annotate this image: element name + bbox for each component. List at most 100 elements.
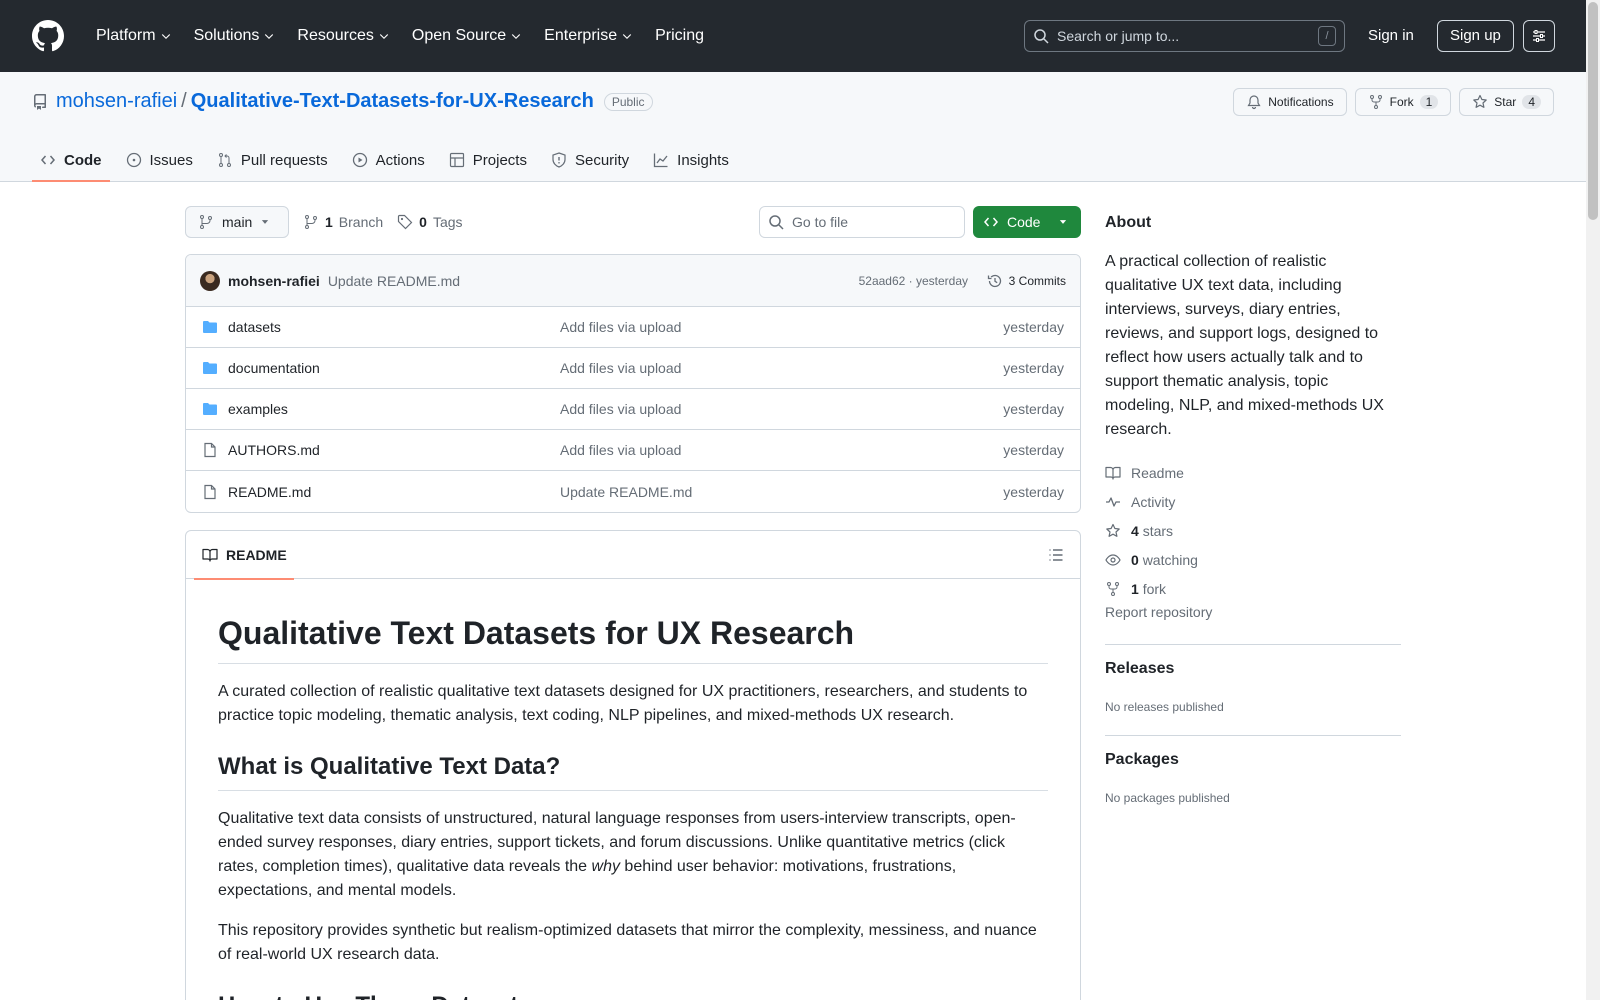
- nav-pricing[interactable]: Pricing: [647, 20, 712, 52]
- nav-open-source[interactable]: Open Source: [404, 20, 530, 52]
- page-scrollbar[interactable]: [1586, 0, 1600, 1000]
- commit-hash-time[interactable]: 52aad62 · yesterday: [859, 274, 968, 288]
- readme-panel: README Qualitative Text Datasets for UX …: [185, 530, 1081, 1000]
- shield-icon: [552, 152, 566, 168]
- file-name-link[interactable]: README.md: [228, 484, 311, 500]
- tab-actions[interactable]: Actions: [344, 138, 433, 182]
- nav-resources[interactable]: Resources: [289, 20, 397, 52]
- fork-icon: [1369, 95, 1382, 109]
- nav-solutions[interactable]: Solutions: [186, 20, 284, 52]
- tab-issues[interactable]: Issues: [118, 138, 201, 182]
- nav-enterprise[interactable]: Enterprise: [536, 20, 641, 52]
- file-commit-date: yesterday: [1003, 401, 1064, 417]
- tab-security[interactable]: Security: [543, 138, 637, 182]
- file-commit-message[interactable]: Add files via upload: [560, 442, 681, 458]
- about-heading: About: [1105, 214, 1152, 231]
- commit-author-link[interactable]: mohsen-rafiei: [228, 273, 320, 289]
- file-name-link[interactable]: AUTHORS.md: [228, 442, 320, 458]
- packages-empty-text: No packages published: [1105, 791, 1230, 805]
- table-row[interactable]: examples Add files via upload yesterday: [186, 389, 1080, 430]
- tab-projects[interactable]: Projects: [441, 138, 535, 182]
- branch-selector[interactable]: main: [185, 206, 289, 238]
- branch-count: 1: [325, 214, 333, 230]
- repo-actions: Notifications Fork 1 Star 4: [1233, 88, 1554, 116]
- tab-code[interactable]: Code: [32, 138, 110, 182]
- fork-label: Fork: [1389, 95, 1414, 109]
- file-navigation: main 1 Branch 0 Tags Go to file Code: [185, 206, 1081, 240]
- repo-owner-link[interactable]: mohsen-rafiei: [56, 90, 177, 113]
- stars-label: stars: [1142, 522, 1174, 539]
- readme-link[interactable]: Readme: [1105, 458, 1198, 487]
- report-repository-link[interactable]: Report repository: [1105, 604, 1212, 620]
- tab-label: Issues: [149, 151, 193, 169]
- readme-paragraph-1: Qualitative text data consists of unstru…: [218, 807, 1048, 903]
- avatar[interactable]: [200, 270, 220, 291]
- tab-insights[interactable]: Insights: [645, 138, 737, 182]
- file-icon: [204, 484, 216, 499]
- commits-history-link[interactable]: 3 Commits: [987, 273, 1066, 289]
- repository-header: mohsen-rafiei / Qualitative-Text-Dataset…: [0, 72, 1586, 182]
- bell-icon: [1247, 95, 1261, 110]
- stars-link[interactable]: 4 stars: [1105, 516, 1198, 545]
- sign-in-link[interactable]: Sign in: [1368, 27, 1414, 44]
- sign-up-button[interactable]: Sign up: [1437, 20, 1514, 52]
- tag-count: 0: [419, 214, 427, 230]
- file-commit-message[interactable]: Add files via upload: [560, 319, 681, 335]
- tab-readme[interactable]: README: [194, 531, 294, 580]
- folder-icon: [203, 403, 217, 415]
- settings-menu-button[interactable]: [1523, 20, 1555, 52]
- commit-message-link[interactable]: Update README.md: [328, 273, 460, 289]
- file-name-link[interactable]: documentation: [228, 360, 320, 376]
- readme-tab-label: README: [226, 547, 287, 563]
- file-name-link[interactable]: datasets: [228, 319, 281, 335]
- caret-down-icon: [262, 220, 269, 224]
- activity-link[interactable]: Activity: [1105, 487, 1198, 516]
- scrollbar-thumb[interactable]: [1588, 2, 1598, 220]
- history-icon: [987, 274, 1001, 287]
- tags-link[interactable]: 0 Tags: [397, 214, 463, 230]
- file-commit-message[interactable]: Add files via upload: [560, 401, 681, 417]
- branch-icon: [200, 215, 212, 229]
- file-commit-message[interactable]: Update README.md: [560, 484, 692, 500]
- file-commit-message[interactable]: Add files via upload: [560, 360, 681, 376]
- nav-label: Resources: [297, 27, 374, 44]
- nav-platform[interactable]: Platform: [88, 20, 180, 52]
- code-dropdown-button[interactable]: Code: [973, 206, 1081, 238]
- file-name-link[interactable]: examples: [228, 401, 288, 417]
- pulse-icon: [1106, 496, 1120, 507]
- go-to-file-input[interactable]: Go to file: [759, 206, 965, 238]
- code-icon: [41, 155, 55, 165]
- readme-heading-how-to-use: How to Use These Datasets: [218, 991, 1048, 1000]
- table-row[interactable]: documentation Add files via upload yeste…: [186, 348, 1080, 389]
- chevron-down-icon: [161, 34, 170, 40]
- pull-request-icon: [218, 153, 231, 167]
- table-row[interactable]: README.md Update README.md yesterday: [186, 471, 1080, 512]
- chevron-down-icon: [265, 34, 274, 40]
- global-search-input[interactable]: Search or jump to... /: [1024, 20, 1345, 52]
- chevron-down-icon: [622, 34, 632, 40]
- tab-label: Projects: [472, 151, 527, 169]
- nav-label: Enterprise: [544, 27, 618, 44]
- sidebar-divider: [1105, 735, 1401, 736]
- fork-button[interactable]: Fork 1: [1354, 88, 1452, 116]
- repo-title: mohsen-rafiei / Qualitative-Text-Dataset…: [32, 90, 653, 113]
- table-row[interactable]: datasets Add files via upload yesterday: [186, 307, 1080, 348]
- chevron-down-icon: [512, 34, 521, 40]
- repo-name-link[interactable]: Qualitative-Text-Datasets-for-UX-Researc…: [191, 90, 594, 113]
- packages-heading-link[interactable]: Packages: [1105, 751, 1179, 769]
- branches-link[interactable]: 1 Branch: [303, 214, 383, 230]
- notifications-button[interactable]: Notifications: [1233, 88, 1347, 116]
- forks-link[interactable]: 1 fork: [1105, 574, 1198, 603]
- list-outline-icon[interactable]: [1048, 547, 1064, 563]
- watchers-link[interactable]: 0 watching: [1105, 545, 1198, 574]
- search-icon: [1034, 29, 1049, 44]
- issue-icon: [126, 152, 141, 168]
- star-button[interactable]: Star 4: [1459, 88, 1554, 116]
- table-row[interactable]: AUTHORS.md Add files via upload yesterda…: [186, 430, 1080, 471]
- tab-pull-requests[interactable]: Pull requests: [209, 138, 336, 182]
- github-logo-icon[interactable]: [32, 20, 64, 52]
- star-icon: [1106, 523, 1120, 537]
- releases-heading-link[interactable]: Releases: [1105, 660, 1174, 678]
- stars-count: 4: [1131, 522, 1139, 539]
- readme-content: Qualitative Text Datasets for UX Researc…: [186, 613, 1080, 1000]
